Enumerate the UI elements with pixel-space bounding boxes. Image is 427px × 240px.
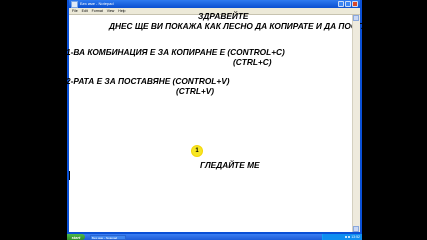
title-bar[interactable]: Без име - Notepad xyxy=(69,0,360,8)
text-line-intro: ДНЕС ЩЕ ВИ ПОКАЖА КАК ЛЕСНО ДА КОПИРАТЕ … xyxy=(109,21,390,31)
mouse-cursor-highlight: 1 xyxy=(192,146,202,156)
text-line-greeting: ЗДРАВЕЙТЕ xyxy=(198,11,249,21)
taskbar-item-notepad[interactable]: Без име - Notepad xyxy=(90,234,126,240)
menu-view[interactable]: View xyxy=(107,9,115,13)
system-tray: 13:52 xyxy=(322,234,362,240)
scroll-down-icon[interactable] xyxy=(353,226,359,232)
text-line-copy: 1-ВА КОМБИНАЦИЯ Е ЗА КОПИРАНЕ Е (CONTROL… xyxy=(66,47,285,57)
text-caret xyxy=(69,171,70,180)
menu-file[interactable]: File xyxy=(72,9,78,13)
text-editor-area[interactable]: ЗДРАВЕЙТЕ ДНЕС ЩЕ ВИ ПОКАЖА КАК ЛЕСНО ДА… xyxy=(66,11,390,232)
text-line-paste: 2-РАТА Е ЗА ПОСТАВЯНЕ (CONTROL+V) xyxy=(66,76,230,86)
start-button[interactable]: start xyxy=(67,234,85,240)
close-button[interactable] xyxy=(352,1,358,7)
window-controls xyxy=(338,1,358,7)
clock: 13:52 xyxy=(351,235,360,239)
maximize-button[interactable] xyxy=(345,1,351,7)
screen: Без име - Notepad File Edit Format View … xyxy=(0,0,427,240)
notepad-window: Без име - Notepad File Edit Format View … xyxy=(66,0,390,234)
minimize-button[interactable] xyxy=(338,1,344,7)
taskbar: start Без име - Notepad 13:52 xyxy=(67,234,362,240)
tray-icon[interactable] xyxy=(348,236,351,238)
scroll-up-icon[interactable] xyxy=(353,15,359,21)
vertical-scrollbar[interactable] xyxy=(352,15,360,232)
tray-icon[interactable] xyxy=(345,236,348,238)
menu-edit[interactable]: Edit xyxy=(82,9,88,13)
text-line-watch-me: ГЛЕДАЙТЕ МЕ xyxy=(200,160,260,170)
menu-format[interactable]: Format xyxy=(92,9,103,13)
text-line-copy-short: (CTRL+C) xyxy=(233,57,272,67)
notepad-icon xyxy=(71,0,78,8)
window-title: Без име - Notepad xyxy=(80,1,114,6)
text-line-paste-short: (CTRL+V) xyxy=(176,86,215,96)
menu-help[interactable]: Help xyxy=(118,9,125,13)
